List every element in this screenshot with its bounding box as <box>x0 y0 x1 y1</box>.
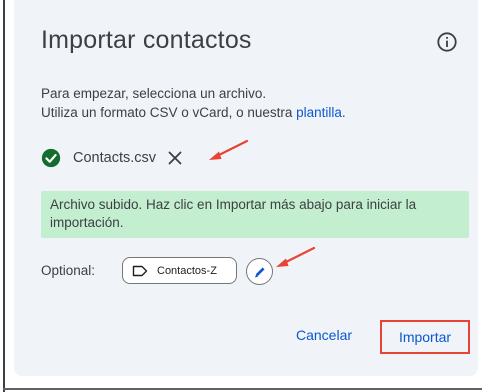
check-circle-icon <box>41 148 61 168</box>
window-left-edge <box>3 0 5 392</box>
import-button-label: Importar <box>398 329 452 345</box>
dialog-title: Importar contactos <box>41 26 252 54</box>
pencil-icon <box>254 266 265 277</box>
uploaded-file-row: Contacts.csv <box>41 146 183 170</box>
cancel-button[interactable]: Cancelar <box>296 327 352 343</box>
import-contacts-dialog: Importar contactos Para empezar, selecci… <box>14 0 478 376</box>
close-icon[interactable] <box>167 150 183 166</box>
file-name: Contacts.csv <box>73 150 156 166</box>
edit-label-button[interactable] <box>246 258 273 285</box>
label-icon <box>132 265 148 276</box>
annotation-arrow <box>276 246 316 267</box>
contact-label-name: Contactos-Z <box>157 264 217 277</box>
upload-success-banner: Archivo subido. Haz clic en Importar más… <box>41 191 469 238</box>
template-link[interactable]: plantilla <box>296 105 342 120</box>
window-bottom-edge <box>3 388 482 390</box>
upload-success-message: Archivo subido. Haz clic en Importar más… <box>50 197 417 230</box>
contact-label-chip[interactable]: Contactos-Z <box>122 257 237 284</box>
info-icon[interactable] <box>436 31 458 53</box>
import-button[interactable]: Importar <box>380 320 470 354</box>
intro-text: Para empezar, selecciona un archivo. <box>41 86 267 101</box>
format-hint-text: Utiliza un formato CSV o vCard, o nuestr… <box>41 105 297 120</box>
optional-label: Optional: <box>41 263 96 278</box>
format-hint: Utiliza un formato CSV o vCard, o nuestr… <box>41 105 346 120</box>
annotation-arrow <box>209 139 249 160</box>
format-hint-period: . <box>341 105 346 120</box>
